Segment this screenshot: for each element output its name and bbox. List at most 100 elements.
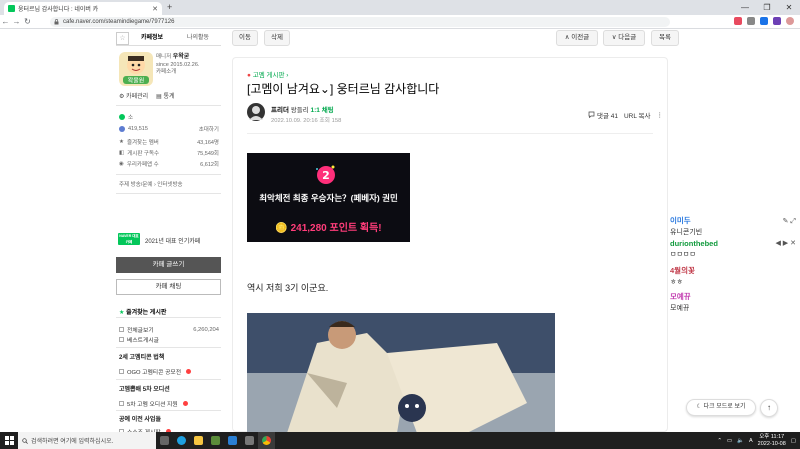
member-level-row: 소 (119, 113, 219, 121)
chat-author-link[interactable]: 1:1 채팅 (311, 107, 334, 114)
profile-avatar[interactable] (786, 17, 794, 25)
sidebar-item-audition[interactable]: 5차 고멤 오디션 지원 (119, 399, 219, 408)
member-level: 소 (128, 115, 134, 121)
author-name[interactable]: 프리더 (271, 107, 289, 114)
naver-representative-text: 2021년 대표 인기카페 (145, 239, 201, 245)
extension-icon[interactable] (773, 17, 781, 25)
windows-start-icon[interactable] (0, 432, 18, 449)
extension-icon[interactable] (734, 17, 742, 25)
url-text: cafe.naver.com/steamindiegame/7977126 (63, 19, 175, 25)
move-button[interactable]: 이동 (232, 30, 258, 46)
sidebar-item-emoticon-contest[interactable]: OGO 고멤티콘 공모전 (119, 367, 219, 376)
manager-name[interactable]: 우왁굳 (173, 54, 190, 60)
minimize-button[interactable]: — (734, 0, 756, 15)
stat-value: 43,164명 (197, 140, 219, 146)
url-copy-button[interactable]: URL 복사 (624, 110, 651, 120)
url-input[interactable]: cafe.naver.com/steamindiegame/7977126 (50, 17, 670, 27)
board-count: 6,260,204 (193, 326, 219, 333)
meme-gif (247, 313, 555, 433)
cafe-chat-button[interactable]: 카페 채팅 (116, 279, 221, 295)
naver-cafe-favicon-icon (8, 5, 15, 12)
winner-text: 최악체전 최종 우승자는？(페베자) 권민 (259, 193, 398, 203)
tab-cafe-info[interactable]: 카페정보 (129, 32, 175, 45)
cafe-admin-links: ⚙ 카페관리 ▤ 통계 (119, 91, 175, 100)
minecraft-icon[interactable] (207, 432, 224, 449)
extension-icon[interactable] (760, 17, 768, 25)
manager-label: 매니저 (156, 54, 172, 60)
more-icon[interactable]: ⋮ (657, 111, 664, 119)
list-button[interactable]: 목록 (651, 30, 679, 46)
invite-link[interactable]: 초대하기 (199, 125, 219, 133)
scroll-top-button[interactable]: ↑ (760, 399, 778, 417)
members-icon (119, 126, 125, 132)
board-icon (119, 327, 124, 332)
new-tab-button[interactable]: + (167, 2, 172, 12)
board-name: 베스트게시글 (127, 338, 159, 344)
maximize-button[interactable]: ❐ (756, 0, 778, 15)
prev-post-button[interactable]: ∧ 이전글 (556, 30, 598, 46)
divider (116, 410, 221, 411)
file-explorer-icon[interactable] (190, 432, 207, 449)
network-icon[interactable]: ▭ (727, 438, 732, 444)
article-title: [고멤이 남겨요⌄] 웅터르님 감사합니다 (247, 82, 440, 96)
tab-my-activity[interactable]: 나의활동 (175, 32, 221, 45)
stats-link[interactable]: ▤ 통계 (156, 91, 174, 100)
board-icon (119, 369, 124, 374)
ime-indicator[interactable]: A (749, 438, 753, 444)
chat-controls[interactable]: ◀ ▶ ✕ (775, 239, 796, 247)
cafe-sidebar: ☆ 카페정보 나의활동 왁물원 매니저 우왁굳 since 2015.02.26… (116, 29, 221, 436)
browser-tab[interactable]: 웅터르님 감사합니다 : 네이버 카 ✕ (4, 2, 162, 15)
tab-close-icon[interactable]: ✕ (152, 5, 158, 13)
author-avatar[interactable] (247, 103, 265, 121)
svg-text:왁물원: 왁물원 (128, 77, 145, 85)
naver-badge: NAVER 대표카페 (118, 233, 140, 245)
member-count: 419,515 (128, 126, 148, 132)
taskbar-search-input[interactable]: 검색하려면 여기에 입력하십시오. (18, 432, 156, 449)
cafe-logo[interactable]: 왁물원 (119, 52, 153, 86)
back-button[interactable]: ← (0, 17, 11, 26)
sidebar-tabs: ☆ 카페정보 나의활동 (116, 32, 221, 46)
board-section-header: 2세 고멤티콘 법책 (119, 355, 165, 361)
chat-controls[interactable]: ✎ ⤢ (783, 217, 796, 226)
search-placeholder: 검색하려면 여기에 입력하십시오. (31, 439, 114, 445)
forward-button[interactable]: → (11, 17, 22, 26)
task-view-icon[interactable] (156, 432, 173, 449)
sidebar-item-all-posts[interactable]: 전체글보기 6,260,204 (119, 325, 219, 334)
cafe-manage-link[interactable]: ⚙ 카페관리 (119, 91, 148, 100)
dark-mode-label: 다크 모드로 보기 (703, 404, 746, 410)
star-icon[interactable]: ☆ (116, 32, 129, 45)
extensions (734, 17, 794, 25)
reload-button[interactable]: ↻ (22, 17, 33, 26)
sidebar-item-best[interactable]: 베스트게시글 (119, 335, 219, 344)
clock[interactable]: 오후 11:17 2022-10-08 (758, 434, 786, 447)
next-post-button[interactable]: ∨ 다음글 (603, 30, 645, 46)
board-link[interactable]: ● 고멤 게시판 › (247, 69, 288, 79)
cafe-intro-link[interactable]: 카페소개 (156, 69, 176, 75)
chrome-icon[interactable] (258, 432, 275, 449)
edge-icon[interactable] (173, 432, 190, 449)
article-meta: 2022.10.09. 20:16 조회 158 (271, 118, 342, 124)
divider (116, 317, 221, 318)
board-name: OGO 고멤티콘 공모전 (127, 370, 182, 376)
stat-row: ◉ 우리카페앱 수 6,612회 (119, 161, 219, 168)
dark-mode-button[interactable]: ☾ 다크 모드로 보기 (686, 399, 756, 416)
article-tools: 댓글 41 URL 복사 ⋮ (588, 110, 663, 120)
cafe-topic[interactable]: 주제 방송/문예 › 인터넷방송 (119, 180, 183, 188)
board-section-header: 공예 이전 사업들 (119, 417, 161, 423)
extension-icon[interactable] (747, 17, 755, 25)
delete-button[interactable]: 삭제 (264, 30, 290, 46)
write-post-button[interactable]: 카페 글쓰기 (116, 257, 221, 273)
vscode-icon[interactable] (224, 432, 241, 449)
cafe-info: 왁물원 매니저 우왁굳 since 2015.02.26. 카페소개 (116, 52, 221, 92)
close-window-button[interactable]: ✕ (778, 0, 800, 15)
clock-date: 2022-10-08 (757, 440, 786, 447)
tray-up-icon[interactable]: ⌃ (717, 438, 722, 444)
clock-time: 오후 11:17 (759, 434, 785, 440)
comments-link[interactable]: 댓글 41 (588, 110, 618, 120)
app-icon[interactable] (241, 432, 258, 449)
volume-icon[interactable]: 🔈 (737, 438, 744, 444)
comment-icon (588, 111, 595, 119)
board-section-header: 고멤뽑배 5차 오디션 (119, 387, 170, 393)
notification-icon[interactable]: ▢ (791, 438, 796, 444)
comment-count: 댓글 41 (596, 113, 618, 120)
